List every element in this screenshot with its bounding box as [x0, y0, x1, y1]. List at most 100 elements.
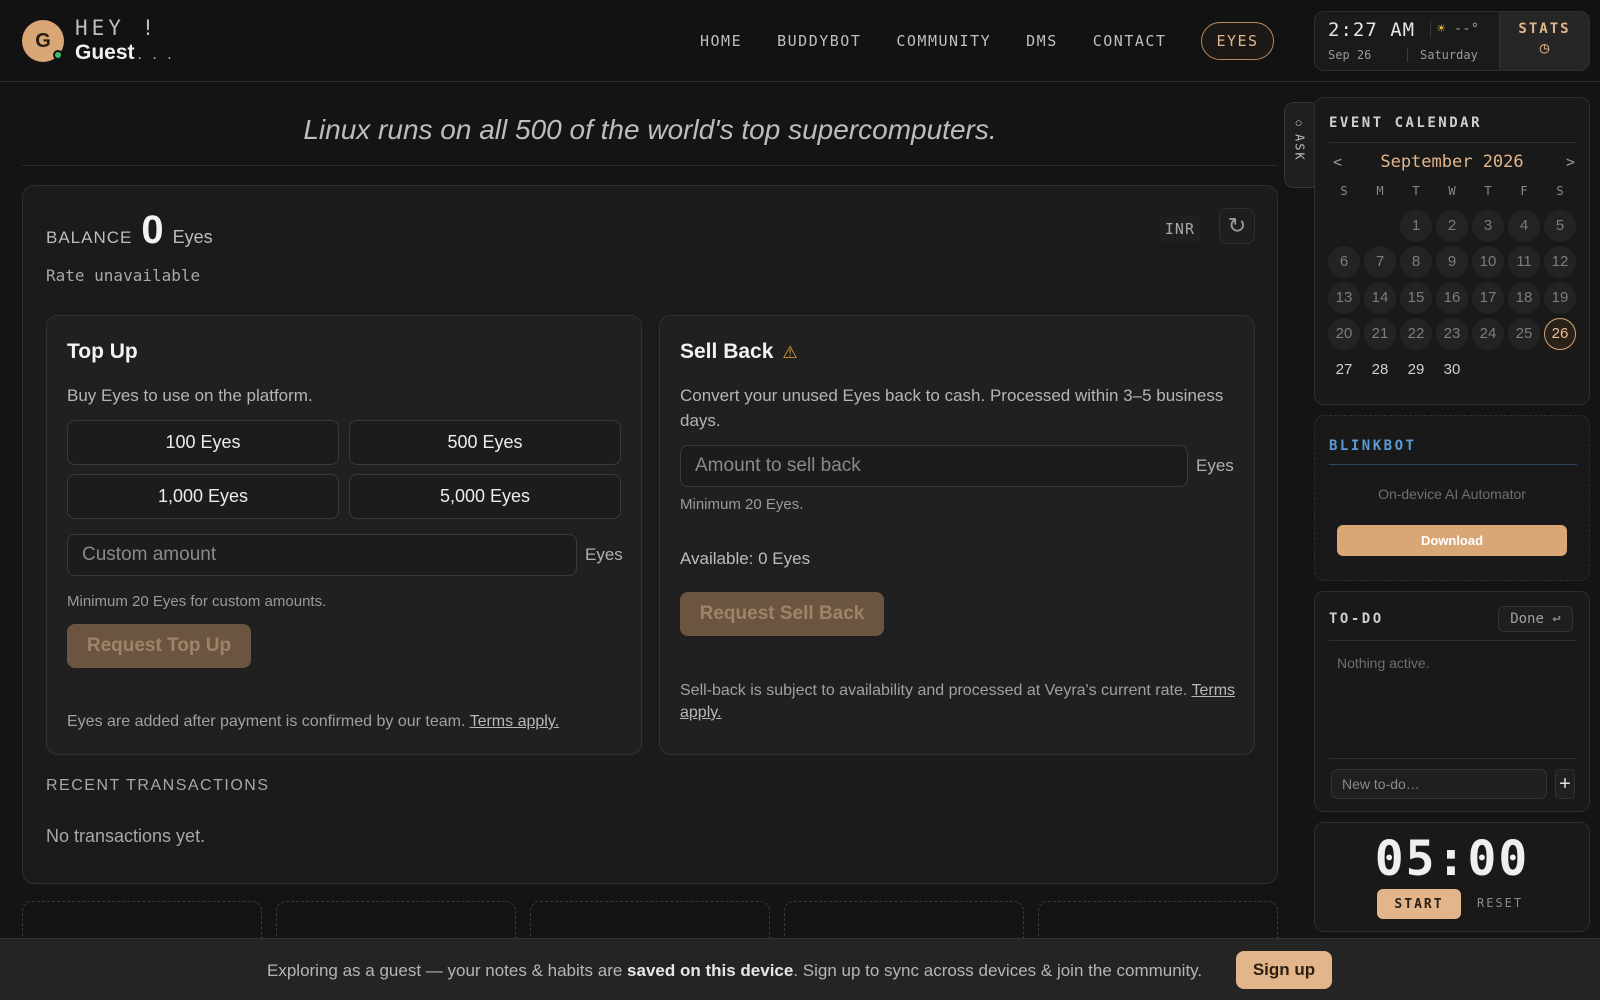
calendar-next-button[interactable]: >	[1566, 153, 1575, 171]
top-up-footer: Eyes are added after payment is confirme…	[67, 711, 627, 733]
calendar-weekday-label: T	[1412, 184, 1420, 198]
online-status-dot	[53, 50, 63, 60]
nav-contact[interactable]: CONTACT	[1093, 32, 1167, 50]
package-500-button[interactable]: 500 Eyes	[349, 420, 621, 465]
balance-label: BALANCE	[46, 228, 133, 247]
top-up-title: Top Up	[67, 340, 138, 363]
calendar-day[interactable]: 19	[1544, 282, 1576, 314]
guest-message-bold: saved on this device	[627, 961, 794, 980]
calendar-day[interactable]: 7	[1364, 246, 1396, 278]
nav-dms[interactable]: DMS	[1026, 32, 1058, 50]
package-5000-button[interactable]: 5,000 Eyes	[349, 474, 621, 519]
refresh-button[interactable]: ↻	[1219, 208, 1255, 244]
nav-community[interactable]: COMMUNITY	[896, 32, 991, 50]
sell-back-description: Convert your unused Eyes back to cash. P…	[680, 386, 1224, 430]
top-header: G HEY ! Guest. . . HOME BUDDYBOT COMMUNI…	[0, 0, 1600, 82]
custom-amount-unit: Eyes	[585, 545, 623, 564]
ask-tab[interactable]: ○ ASK	[1284, 102, 1314, 188]
calendar-day[interactable]: 3	[1472, 210, 1504, 242]
timer-start-button[interactable]: START	[1377, 889, 1461, 919]
stats-label: STATS	[1518, 21, 1571, 37]
calendar-day[interactable]: 28	[1364, 354, 1396, 386]
calendar-weekday-label: S	[1340, 184, 1348, 198]
nav-home[interactable]: HOME	[700, 32, 742, 50]
calendar-day[interactable]: 8	[1400, 246, 1432, 278]
calendar-day[interactable]: 13	[1328, 282, 1360, 314]
timer-reset-button[interactable]: RESET	[1477, 896, 1523, 910]
calendar-day[interactable]: 4	[1508, 210, 1540, 242]
recent-transactions-title: RECENT TRANSACTIONS	[46, 777, 270, 794]
return-icon: ↩	[1552, 611, 1561, 627]
sell-back-title-row: Sell Back ⚠	[680, 340, 798, 364]
calendar-day[interactable]: 2	[1436, 210, 1468, 242]
todo-title: TO-DO	[1329, 611, 1384, 627]
pie-chart-icon: ◷	[1539, 38, 1550, 57]
calendar-day[interactable]: 21	[1364, 318, 1396, 350]
todo-card: TO-DO Done ↩ Nothing active. New to-do… …	[1314, 591, 1590, 812]
calendar-day[interactable]: 10	[1472, 246, 1504, 278]
balance-unit: Eyes	[172, 227, 213, 247]
clock-day: Saturday	[1407, 48, 1478, 62]
calendar-day[interactable]: 15	[1400, 282, 1432, 314]
calendar-day[interactable]: 12	[1544, 246, 1576, 278]
custom-amount-input[interactable]: Custom amount	[67, 534, 577, 576]
clock-date: Sep 26	[1328, 48, 1372, 62]
sell-back-footer: Sell-back is subject to availability and…	[680, 680, 1240, 724]
refresh-icon: ↻	[1227, 213, 1247, 238]
calendar-weekday-label: M	[1376, 184, 1384, 198]
request-sell-back-button[interactable]: Request Sell Back	[680, 592, 884, 636]
new-todo-input[interactable]: New to-do…	[1331, 769, 1547, 799]
calendar-day[interactable]: 18	[1508, 282, 1540, 314]
top-up-card: Top Up Buy Eyes to use on the platform. …	[46, 315, 642, 755]
greeting: HEY !	[75, 16, 159, 40]
calendar-day[interactable]: 5	[1544, 210, 1576, 242]
calendar-weekday-label: T	[1484, 184, 1492, 198]
calendar-day[interactable]: 25	[1508, 318, 1540, 350]
calendar-day[interactable]: 14	[1364, 282, 1396, 314]
user-name-dots: . . .	[137, 46, 175, 63]
timer-card: 05:00 START RESET	[1314, 822, 1590, 932]
calendar-day[interactable]: 9	[1436, 246, 1468, 278]
stats-button[interactable]: STATS ◷	[1499, 12, 1589, 70]
top-up-footer-text: Eyes are added after payment is confirme…	[67, 713, 466, 730]
request-top-up-button[interactable]: Request Top Up	[67, 624, 251, 668]
calendar-weekday-label: F	[1520, 184, 1528, 198]
download-button[interactable]: Download	[1337, 525, 1567, 556]
top-up-terms-link[interactable]: Terms apply.	[470, 713, 560, 730]
currency-selector[interactable]: INR	[1158, 216, 1201, 242]
calendar-day[interactable]: 22	[1400, 318, 1432, 350]
event-calendar: EVENT CALENDAR < September 2026 > SMTWTF…	[1314, 97, 1590, 405]
custom-amount-hint: Minimum 20 Eyes for custom amounts.	[67, 593, 327, 610]
calendar-day[interactable]: 1	[1400, 210, 1432, 242]
nav-eyes[interactable]: EYES	[1201, 22, 1274, 60]
calendar-day[interactable]: 20	[1328, 318, 1360, 350]
nav-buddybot[interactable]: BUDDYBOT	[777, 32, 861, 50]
calendar-day[interactable]: 29	[1400, 354, 1432, 386]
divider	[1329, 142, 1577, 143]
calendar-day[interactable]: 23	[1436, 318, 1468, 350]
chat-bubble-icon: ○	[1294, 115, 1305, 130]
calendar-day[interactable]: 11	[1508, 246, 1540, 278]
calendar-day[interactable]: 27	[1328, 354, 1360, 386]
calendar-day[interactable]: 16	[1436, 282, 1468, 314]
package-1000-button[interactable]: 1,000 Eyes	[67, 474, 339, 519]
sell-back-amount-input[interactable]: Amount to sell back	[680, 445, 1188, 487]
calendar-day[interactable]: 6	[1328, 246, 1360, 278]
sun-icon: ☀	[1437, 21, 1446, 37]
package-100-button[interactable]: 100 Eyes	[67, 420, 339, 465]
user-name: Guest	[75, 41, 135, 64]
sign-up-button[interactable]: Sign up	[1236, 951, 1332, 989]
sell-back-hint: Minimum 20 Eyes.	[680, 496, 804, 513]
sell-back-card: Sell Back ⚠ Convert your unused Eyes back…	[659, 315, 1255, 755]
timer-display: 05:00	[1374, 831, 1530, 887]
calendar-day[interactable]: 30	[1436, 354, 1468, 386]
calendar-day[interactable]: 24	[1472, 318, 1504, 350]
calendar-day[interactable]: 17	[1472, 282, 1504, 314]
avatar[interactable]: G	[22, 20, 64, 62]
guest-message-pre: Exploring as a guest — your notes & habi…	[267, 961, 628, 980]
done-filter-button[interactable]: Done ↩	[1498, 606, 1573, 632]
add-todo-button[interactable]: +	[1555, 769, 1575, 799]
done-label: Done	[1510, 611, 1544, 627]
calendar-day-today[interactable]: 26	[1544, 318, 1576, 350]
eyes-wallet-panel: BALANCE 0 Eyes Rate unavailable INR ↻ To…	[22, 185, 1278, 884]
